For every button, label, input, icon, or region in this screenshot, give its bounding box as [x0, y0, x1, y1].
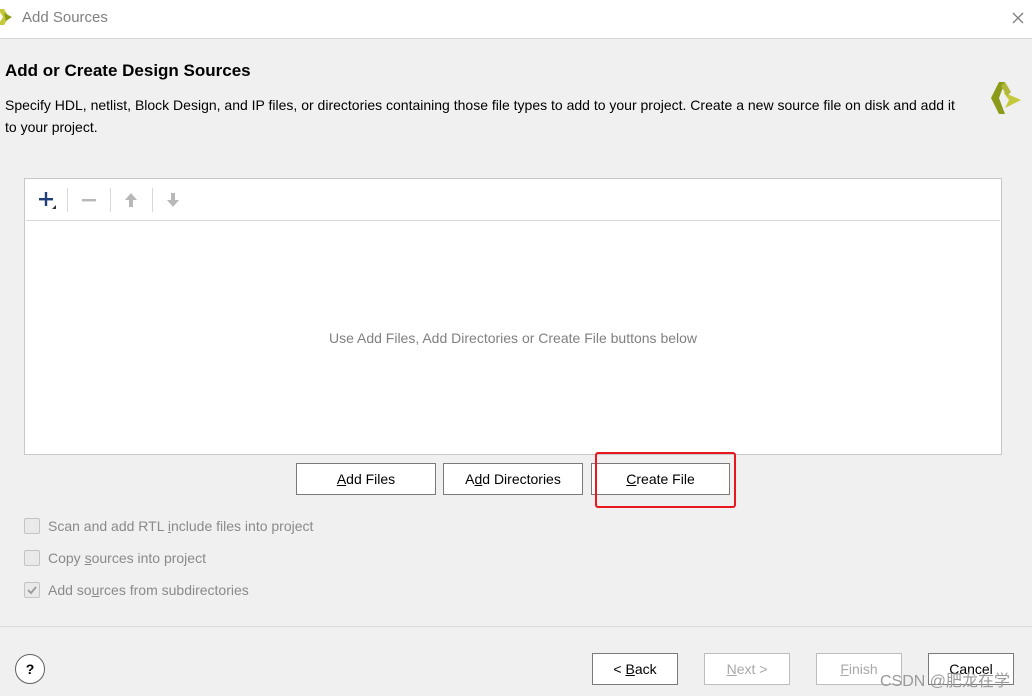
button-label: ext >: [736, 661, 768, 677]
toolbar-divider: [152, 188, 153, 212]
checkbox-label: Add sources from subdirectories: [48, 582, 249, 598]
checkbox[interactable]: [24, 550, 40, 566]
button-label: dd Files: [346, 471, 396, 487]
label-mnemonic: s: [84, 550, 92, 566]
help-button[interactable]: ?: [15, 654, 45, 684]
move-down-icon[interactable]: [160, 188, 186, 212]
checkbox-label: Copy sources into project: [48, 550, 206, 566]
label-text: Copy: [48, 550, 85, 566]
move-up-icon[interactable]: [118, 188, 144, 212]
vivado-app-icon: [0, 8, 14, 26]
close-icon[interactable]: [1008, 8, 1028, 28]
checkbox-label: Scan and add RTL include files into proj…: [48, 518, 313, 534]
add-directories-button[interactable]: Add Directories: [443, 463, 583, 495]
add-subdirectories-option[interactable]: Add sources from subdirectories: [24, 580, 249, 600]
label-text: ources into project: [91, 550, 206, 566]
button-label-mnemonic: F: [840, 661, 849, 677]
next-button[interactable]: Next >: [704, 653, 790, 685]
page-title: Add or Create Design Sources: [5, 61, 251, 80]
button-label: ack: [634, 661, 657, 677]
vivado-logo-icon: [985, 78, 1025, 116]
button-label: d Directories: [482, 471, 561, 487]
csdn-watermark: CSDN @肥龙在学: [880, 673, 1011, 690]
button-label-mnemonic: A: [336, 471, 347, 487]
label-text: Scan and add RTL: [48, 518, 168, 534]
checkmark-icon: [27, 586, 37, 595]
button-label: <: [613, 661, 626, 677]
back-button[interactable]: < Back: [592, 653, 678, 685]
add-icon[interactable]: [34, 188, 60, 212]
button-label-mnemonic: d: [474, 471, 483, 487]
toolbar-divider: [67, 188, 68, 212]
remove-icon[interactable]: [76, 188, 102, 212]
scan-rtl-include-option[interactable]: Scan and add RTL include files into proj…: [24, 516, 313, 536]
label-text: rces from subdirectories: [99, 582, 249, 598]
highlight-annotation-box: [595, 452, 736, 508]
copy-sources-option[interactable]: Copy sources into project: [24, 548, 206, 568]
label-text: Add so: [48, 582, 92, 598]
empty-table-message: Use Add Files, Add Directories or Create…: [328, 330, 698, 346]
add-files-button[interactable]: Add Files: [296, 463, 436, 495]
checkbox[interactable]: [24, 518, 40, 534]
button-label-mnemonic: B: [625, 661, 635, 677]
page-description: Specify HDL, netlist, Block Design, and …: [5, 97, 955, 135]
button-label-mnemonic: N: [726, 661, 737, 677]
footer-divider: [0, 626, 1032, 627]
button-label: inish: [848, 661, 878, 677]
window-title: Add Sources: [22, 9, 108, 26]
toolbar-divider: [110, 188, 111, 212]
title-bar: [0, 0, 1032, 39]
label-text: nclude files into project: [171, 518, 314, 534]
checkbox[interactable]: [24, 582, 40, 598]
button-label: A: [465, 471, 475, 487]
